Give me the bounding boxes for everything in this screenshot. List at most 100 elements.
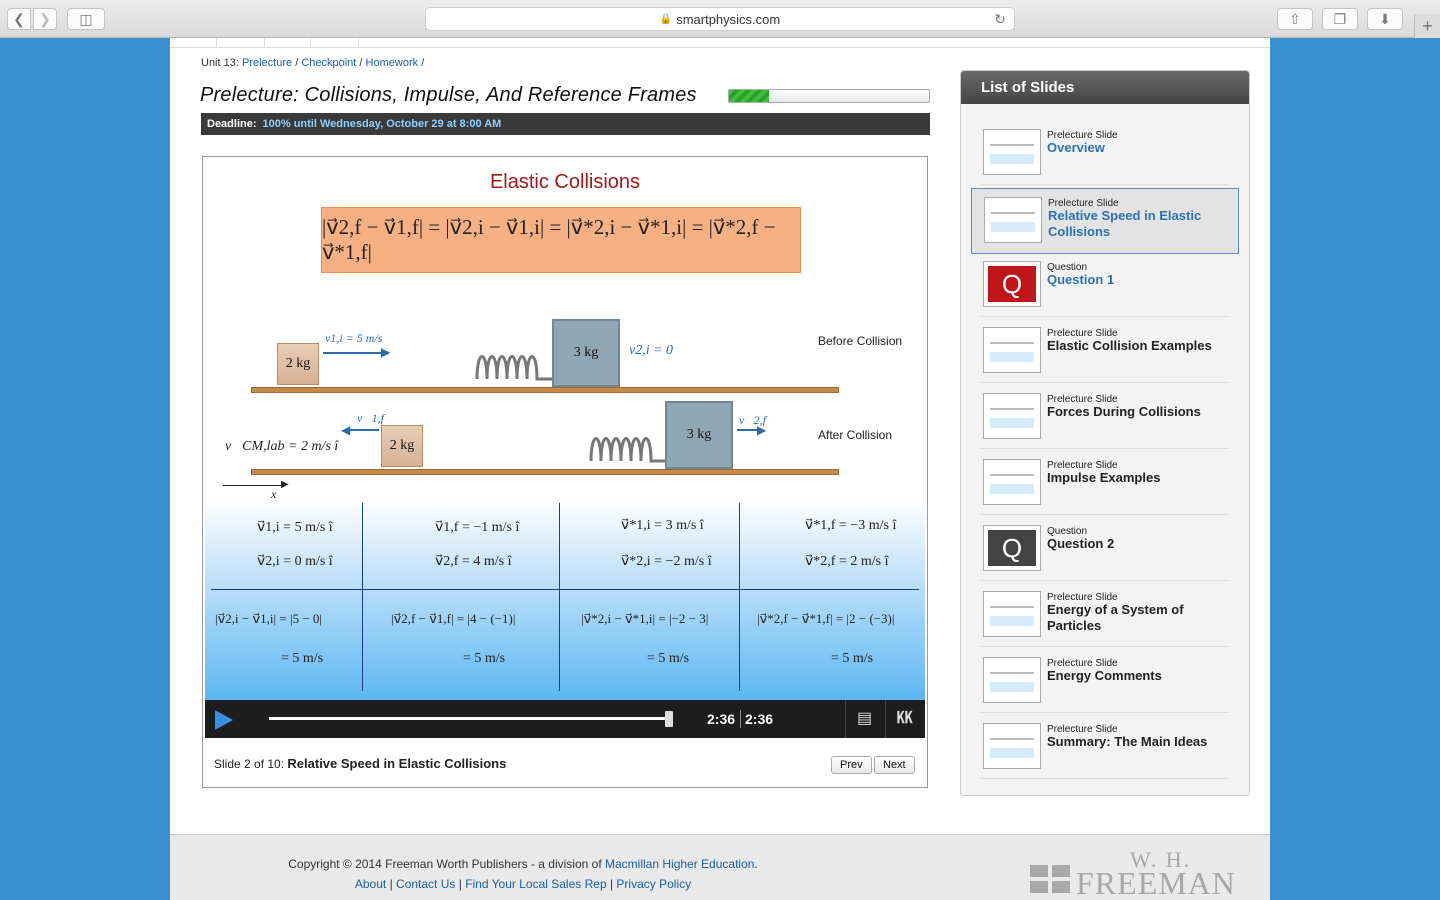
- slide-thumbnail: [983, 459, 1041, 505]
- slide-caption-title: Relative Speed in Elastic Collisions: [287, 756, 507, 771]
- deadline-value: 100% until Wednesday, October 29 at 8:00…: [262, 118, 502, 130]
- top-tabs-strip: [170, 38, 1270, 48]
- progress-bar: [728, 89, 930, 103]
- block-3kg-after: 3 kg: [665, 401, 733, 469]
- slide-name[interactable]: Energy of a System of Particles: [1047, 602, 1227, 634]
- table-cell: v⃗*2,f = 2 m/s î: [805, 554, 889, 569]
- breadcrumb-prelecture[interactable]: Prelecture: [242, 57, 292, 69]
- question-icon: Q: [988, 266, 1036, 302]
- slide-list-item[interactable]: Prelecture Slide Forces During Collisions: [981, 383, 1229, 449]
- footer-links: About | Contact Us | Find Your Local Sal…: [354, 877, 692, 891]
- table-divider-1: [362, 503, 363, 691]
- sales-rep-link[interactable]: Find Your Local Sales Rep: [465, 877, 606, 891]
- wh-freeman-logo: W. H. FREEMAN: [1030, 847, 1235, 900]
- slide-title: Elastic Collisions: [489, 171, 641, 193]
- slide-list-item[interactable]: Prelecture Slide Impulse Examples: [981, 449, 1229, 515]
- slide-name[interactable]: Energy Comments: [1047, 668, 1227, 684]
- slide-list-item[interactable]: Prelecture Slide Energy of a System of Pa…: [981, 581, 1229, 647]
- x-axis-arrow: [223, 485, 283, 486]
- spring-before: [475, 355, 553, 381]
- scrub-handle[interactable]: [665, 711, 673, 727]
- slide-list-item[interactable]: Prelecture Slide Elastic Collision Exampl…: [981, 317, 1229, 383]
- slide-list-item[interactable]: Prelecture Slide Energy Comments: [981, 647, 1229, 713]
- table-cell: = 5 m/s: [647, 651, 690, 666]
- v1f-label: v⃗1,f: [357, 411, 384, 425]
- address-bar[interactable]: 🔒 smartphysics.com ↻: [425, 7, 1015, 31]
- breadcrumb-checkpoint[interactable]: Checkpoint: [301, 57, 356, 69]
- slide-list-item[interactable]: Q Question Question 1: [981, 251, 1229, 317]
- table-cell: v⃗2,f = 4 m/s î: [435, 554, 512, 569]
- block-2kg-after: 2 kg: [381, 425, 423, 467]
- slide-list-sidebar: List of Slides Prelecture Slide Overview P…: [960, 70, 1250, 796]
- slide-thumbnail: [983, 129, 1041, 175]
- slide-thumbnail: [983, 393, 1041, 439]
- table-divider-2: [559, 503, 560, 691]
- deadline-label: Deadline:: [207, 118, 257, 130]
- vcm-label: v⃗CM,lab = 2 m/s î: [225, 439, 339, 454]
- closed-caption-icon[interactable]: ㏍: [885, 700, 923, 738]
- block-2kg-before: 2 kg: [277, 343, 319, 385]
- slide-caption: Slide 2 of 10: Relative Speed in Elastic…: [214, 756, 507, 771]
- sidebar-title: List of Slides: [961, 71, 1249, 104]
- table-cell: = 5 m/s: [281, 651, 324, 666]
- downloads-button[interactable]: ⬇: [1367, 8, 1403, 30]
- about-link[interactable]: About: [355, 877, 386, 891]
- block-3kg-before: 3 kg: [552, 319, 620, 387]
- slide-thumbnail: Q: [983, 525, 1041, 571]
- url-text: smartphysics.com: [676, 11, 781, 27]
- reload-icon[interactable]: ↻: [994, 11, 1006, 28]
- next-button[interactable]: Next: [874, 756, 915, 774]
- slide-name[interactable]: Relative Speed in Elastic Collisions: [1048, 208, 1228, 240]
- spring-after: [589, 437, 667, 463]
- slide-list-item[interactable]: Prelecture Slide Overview: [981, 119, 1229, 185]
- transcript-icon[interactable]: ▤: [845, 700, 883, 738]
- back-button[interactable]: ❮: [7, 8, 31, 30]
- slide-list-item[interactable]: Prelecture Slide Summary: The Main Ideas: [981, 713, 1229, 779]
- slide-list-item[interactable]: Prelecture Slide Relative Speed in Elasti…: [971, 188, 1239, 254]
- slide-name[interactable]: Impulse Examples: [1047, 470, 1227, 486]
- contact-link[interactable]: Contact Us: [396, 877, 455, 891]
- table-hline: [211, 589, 919, 590]
- slide-thumbnail: Q: [983, 261, 1041, 307]
- table-cell: v⃗1,i = 5 m/s î: [257, 520, 333, 535]
- privacy-link[interactable]: Privacy Policy: [616, 877, 691, 891]
- slide-name[interactable]: Summary: The Main Ideas: [1047, 734, 1227, 750]
- scrub-bar[interactable]: [269, 717, 669, 720]
- slide-content: Elastic Collisions |v⃗2,f − v⃗1,f| = |v⃗…: [205, 159, 925, 700]
- table-cell: v⃗*1,f = −3 m/s î: [805, 518, 897, 533]
- slide-thumbnail: [983, 327, 1041, 373]
- slide-name[interactable]: Overview: [1047, 140, 1227, 156]
- share-button[interactable]: ⇧: [1277, 8, 1313, 30]
- current-time: 2:36: [707, 711, 736, 727]
- slide-name[interactable]: Question 1: [1047, 272, 1227, 288]
- after-collision-label: After Collision: [818, 428, 893, 442]
- slide-name[interactable]: Elastic Collision Examples: [1047, 338, 1227, 354]
- slide-thumbnail: [983, 723, 1041, 769]
- question-icon: Q: [988, 530, 1036, 566]
- formula-box: |v⃗2,f − v⃗1,f| = |v⃗2,i − v⃗1,i| = |v⃗*…: [321, 207, 801, 273]
- slide-name[interactable]: Question 2: [1047, 536, 1227, 552]
- duration: 2:36: [745, 711, 774, 727]
- slide-thumbnail: [984, 197, 1042, 243]
- breadcrumb-homework[interactable]: Homework: [366, 57, 419, 69]
- new-tab-button[interactable]: +: [1414, 14, 1440, 38]
- video-controls: 2:36 2:36 ▤ ㏍: [205, 700, 925, 738]
- prev-button[interactable]: Prev: [831, 756, 872, 774]
- lock-icon: 🔒: [659, 13, 673, 25]
- arrowhead-1: ▶: [381, 345, 391, 359]
- macmillan-link[interactable]: Macmillan Higher Education: [605, 857, 754, 871]
- table-cell: = 5 m/s: [463, 651, 506, 666]
- forward-button[interactable]: ❯: [33, 8, 57, 30]
- v2i-label: v2,i = 0: [629, 343, 674, 358]
- v1f-arrow: [349, 429, 379, 431]
- tabs-button[interactable]: ❐: [1322, 8, 1358, 30]
- slide-list-item[interactable]: Q Question Question 2: [981, 515, 1229, 581]
- slide-name[interactable]: Forces During Collisions: [1047, 404, 1227, 420]
- track-before: [251, 387, 839, 393]
- time-divider: [740, 710, 741, 728]
- footer: Copyright © 2014 Freeman Worth Publisher…: [170, 834, 1270, 900]
- play-icon[interactable]: [215, 710, 233, 730]
- sidebar-toggle-button[interactable]: ◫: [67, 8, 105, 30]
- table-divider-3: [739, 503, 740, 691]
- page: Unit 13: Prelecture / Checkpoint / Homew…: [170, 38, 1270, 900]
